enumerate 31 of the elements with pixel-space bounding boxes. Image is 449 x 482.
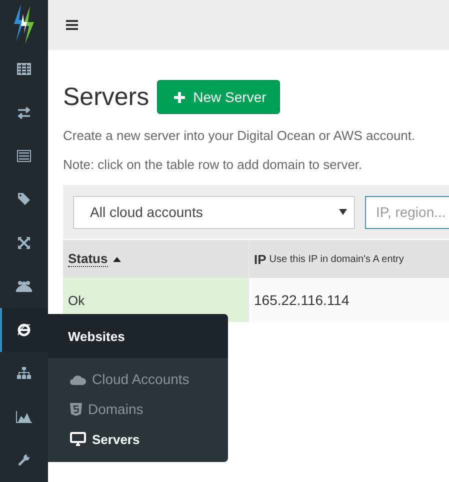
table-cell: 165.22.116.114 bbox=[249, 278, 449, 322]
page-title: Servers bbox=[63, 82, 150, 112]
note-text: Note: click on the table row to add domain to server. bbox=[63, 157, 364, 172]
column-hint: Use this IP in domain's A entry bbox=[269, 254, 404, 264]
cloud-icon bbox=[70, 374, 86, 384]
caret-icon bbox=[339, 209, 347, 215]
area-chart-icon bbox=[16, 410, 32, 423]
tag-icon bbox=[18, 193, 30, 206]
cloud-account-select[interactable]: All cloud accounts bbox=[73, 196, 355, 228]
column-header[interactable]: IP Use this IP in domain's A entry bbox=[249, 240, 449, 278]
shield-5-icon bbox=[70, 402, 82, 416]
menu-item[interactable]: Cloud Accounts bbox=[48, 364, 228, 394]
search-field[interactable]: IP, region... bbox=[365, 196, 449, 228]
column-header[interactable]: Status bbox=[63, 240, 249, 278]
sidebar-item[interactable] bbox=[0, 308, 48, 352]
monitor-icon bbox=[70, 432, 86, 446]
flyout-title: Websites bbox=[48, 314, 228, 358]
expand-icon bbox=[18, 236, 30, 249]
list-icon bbox=[17, 150, 31, 162]
menu-item[interactable]: Servers bbox=[48, 424, 228, 454]
lightning-logo-icon bbox=[12, 4, 36, 44]
browser-e-icon bbox=[17, 322, 31, 337]
plus-icon bbox=[174, 92, 186, 102]
users-icon bbox=[16, 280, 32, 292]
arrows-icon bbox=[17, 106, 31, 119]
wrench-icon bbox=[18, 454, 30, 466]
table-icon bbox=[17, 63, 31, 76]
menu-icon[interactable] bbox=[66, 20, 78, 30]
sitemap-icon bbox=[17, 367, 31, 380]
description-text: Create a new server into your Digital Ocean or AWS account. bbox=[63, 128, 416, 143]
menu-item[interactable]: Domains bbox=[48, 394, 228, 424]
